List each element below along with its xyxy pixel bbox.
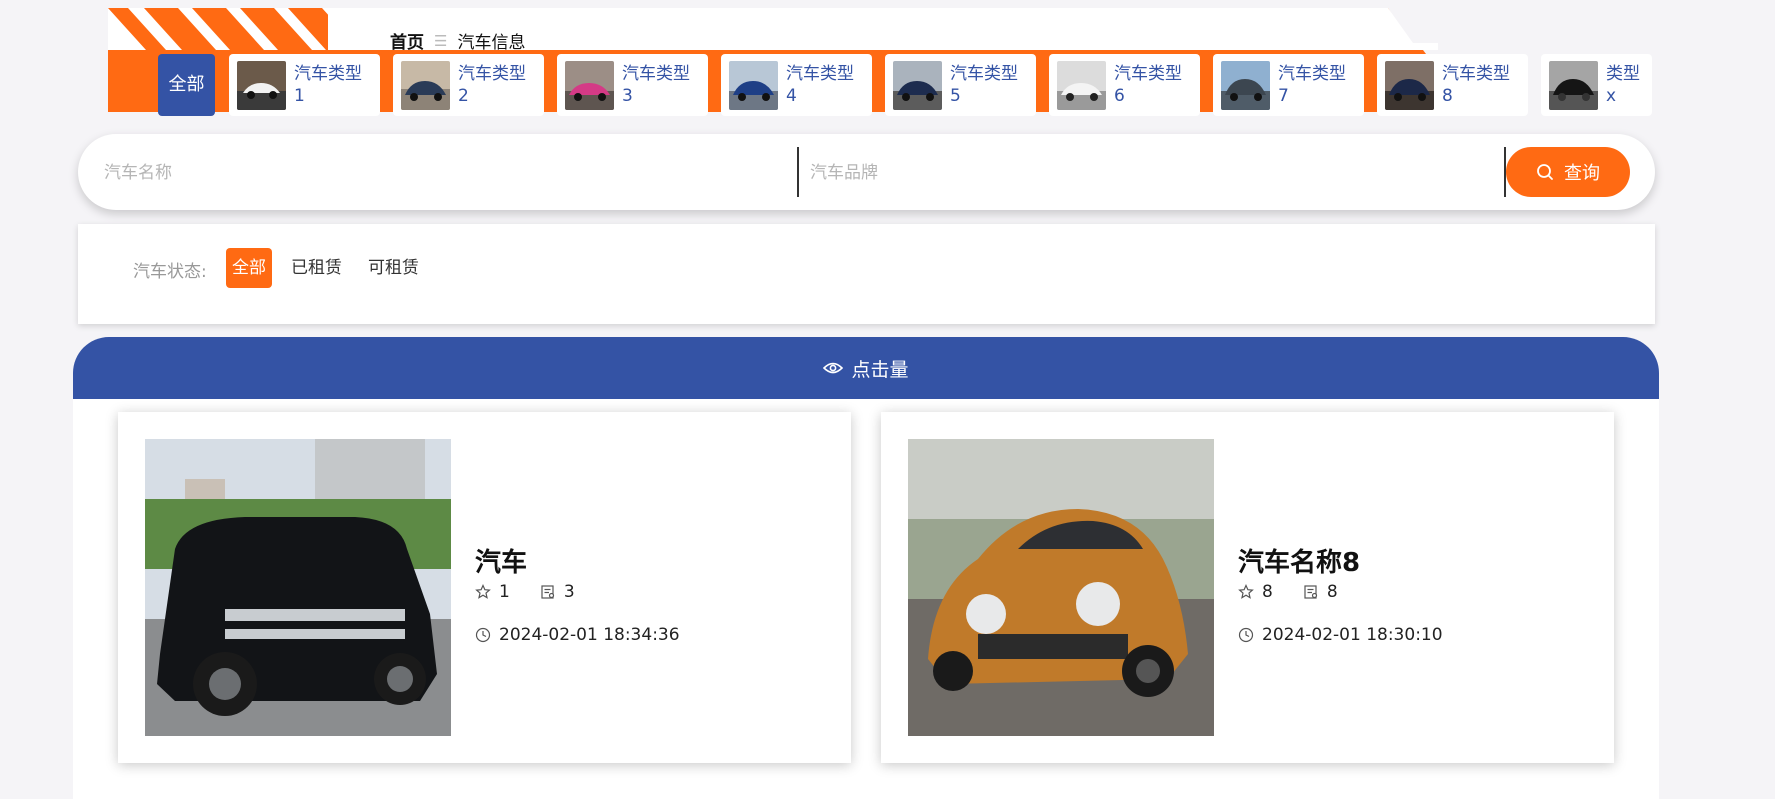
category-label: 汽车类型2 xyxy=(458,64,526,106)
car-thumbnail xyxy=(565,60,614,110)
category-item-1[interactable]: 汽车类型1 xyxy=(229,54,380,116)
car-thumbnail xyxy=(1057,60,1106,110)
category-label: 汽车类型6 xyxy=(1114,64,1182,106)
eye-icon xyxy=(823,362,844,374)
breadcrumb-home[interactable]: 首页 xyxy=(390,28,424,53)
category-all-button[interactable]: 全部 xyxy=(158,54,215,116)
search-button[interactable]: 查询 xyxy=(1506,147,1630,197)
view-count-icon xyxy=(1303,584,1319,600)
category-item-5[interactable]: 汽车类型5 xyxy=(885,54,1036,116)
car-time-row: 2024-02-01 18:34:36 xyxy=(475,625,680,645)
status-filter: 汽车状态: 全部 已租赁 可租赁 xyxy=(78,224,1655,324)
breadcrumb-current: 汽车信息 xyxy=(457,33,526,53)
category-item-6[interactable]: 汽车类型6 xyxy=(1049,54,1200,116)
car-thumbnail xyxy=(729,60,778,110)
car-card[interactable]: 汽车名称8 8 8 2024-02-01 18:30:10 xyxy=(881,412,1614,763)
category-banner: 首页 ☰ 汽车信息 全部 汽车类型1 汽车类型2 汽车类型3 汽车类型4 汽车类… xyxy=(108,8,1676,122)
car-time: 2024-02-01 18:34:36 xyxy=(499,625,680,645)
car-card[interactable]: 汽车 1 3 2024-02-01 18:34:36 xyxy=(118,412,851,763)
star-icon xyxy=(475,584,491,600)
car-photo xyxy=(908,439,1214,736)
car-thumbnail xyxy=(893,60,942,110)
section-header: 点击量 xyxy=(73,337,1659,399)
category-label: 汽车类型1 xyxy=(294,64,362,106)
car-name: 汽车 xyxy=(475,548,528,578)
category-item-4[interactable]: 汽车类型4 xyxy=(721,54,872,116)
search-bar: 查询 xyxy=(78,134,1655,210)
car-name: 汽车名称8 xyxy=(1238,548,1361,578)
category-label: 汽车类型3 xyxy=(622,64,690,106)
category-item-2[interactable]: 汽车类型2 xyxy=(393,54,544,116)
favorite-count: 8 xyxy=(1262,582,1273,602)
category-label: 类型x xyxy=(1606,64,1640,106)
star-icon xyxy=(1238,584,1254,600)
section-title: 点击量 xyxy=(851,358,909,381)
car-time: 2024-02-01 18:30:10 xyxy=(1262,625,1443,645)
view-count: 8 xyxy=(1326,582,1338,602)
car-thumbnail xyxy=(1549,60,1598,110)
filter-option-all[interactable]: 全部 xyxy=(226,248,272,288)
category-item-3[interactable]: 汽车类型3 xyxy=(557,54,708,116)
filter-option-rented[interactable]: 已租赁 xyxy=(285,248,348,288)
view-count: 3 xyxy=(563,582,575,602)
search-icon xyxy=(1537,164,1553,180)
car-thumbnail xyxy=(401,60,450,110)
category-label: 汽车类型7 xyxy=(1278,64,1346,106)
category-list: 汽车类型1 汽车类型2 汽车类型3 汽车类型4 汽车类型5 汽车类型6 汽车类型… xyxy=(229,54,1652,116)
car-name-input[interactable] xyxy=(102,152,786,194)
category-item-x[interactable]: 类型x xyxy=(1541,54,1652,116)
car-time-row: 2024-02-01 18:30:10 xyxy=(1238,625,1443,645)
filter-option-available[interactable]: 可租赁 xyxy=(362,248,425,288)
car-stats: 8 8 xyxy=(1238,582,1338,602)
breadcrumb: 首页 ☰ 汽车信息 xyxy=(390,28,526,54)
divider xyxy=(797,147,799,197)
view-count-icon xyxy=(540,584,556,600)
favorite-count: 1 xyxy=(499,582,510,602)
category-label: 汽车类型4 xyxy=(786,64,854,106)
category-label: 汽车类型8 xyxy=(1442,64,1510,106)
category-item-7[interactable]: 汽车类型7 xyxy=(1213,54,1364,116)
clock-icon xyxy=(475,627,491,643)
car-brand-input[interactable] xyxy=(808,152,1502,194)
status-filter-label: 汽车状态: xyxy=(133,262,207,282)
car-thumbnail xyxy=(237,60,286,110)
clock-icon xyxy=(1238,627,1254,643)
car-photo xyxy=(145,439,451,736)
car-stats: 1 3 xyxy=(475,582,575,602)
car-thumbnail xyxy=(1221,60,1270,110)
car-thumbnail xyxy=(1385,60,1434,110)
breadcrumb-separator-icon: ☰ xyxy=(434,31,448,50)
category-label: 汽车类型5 xyxy=(950,64,1018,106)
category-item-8[interactable]: 汽车类型8 xyxy=(1377,54,1528,116)
search-button-label: 查询 xyxy=(1564,163,1600,184)
